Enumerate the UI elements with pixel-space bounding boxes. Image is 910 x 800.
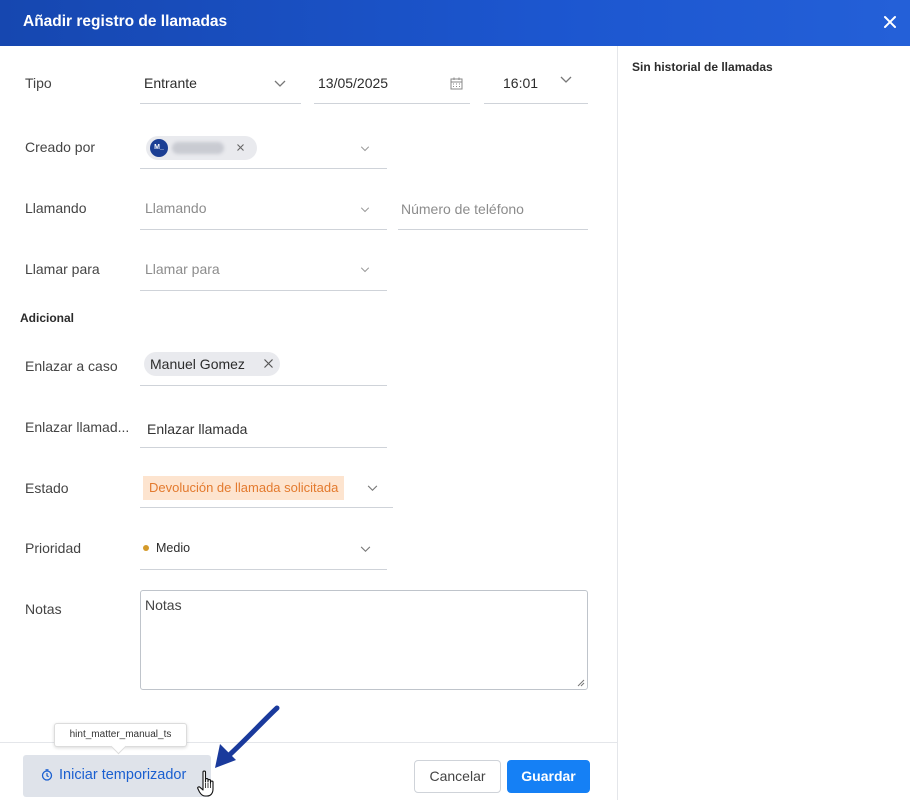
chevron-down-icon xyxy=(274,80,286,87)
enlazar-caso-label: Enlazar a caso xyxy=(25,358,118,374)
estado-label: Estado xyxy=(25,480,69,496)
llamando-label: Llamando xyxy=(25,200,87,216)
blurred-user-name xyxy=(172,142,224,154)
chevron-down-icon xyxy=(360,146,370,152)
annotation-arrow-icon xyxy=(215,705,280,768)
call-log-dialog: Añadir registro de llamadas Sin historia… xyxy=(0,0,910,800)
prioridad-label: Prioridad xyxy=(25,540,82,556)
remove-chip-icon[interactable] xyxy=(236,143,245,152)
start-timer-label: Iniciar temporizador xyxy=(59,767,187,783)
enlazar-llamada-input[interactable]: Enlazar llamada xyxy=(140,406,387,448)
case-chip: Manuel Gomez xyxy=(144,352,280,376)
tipo-label: Tipo xyxy=(25,75,52,91)
creado-por-select[interactable]: M_ xyxy=(140,128,387,169)
case-chip-label: Manuel Gomez xyxy=(150,356,245,372)
chevron-down-icon xyxy=(367,485,378,492)
notas-textarea[interactable]: Notas xyxy=(140,590,588,690)
prioridad-select[interactable]: Medio xyxy=(140,527,387,570)
call-history-title: Sin historial de llamadas xyxy=(632,60,773,74)
llamando-select[interactable]: Llamando xyxy=(140,188,387,230)
chevron-down-icon xyxy=(360,207,370,213)
time-value: 16:01 xyxy=(503,75,539,91)
chevron-down-icon xyxy=(560,76,572,83)
notas-label: Notas xyxy=(25,601,62,617)
cancel-button[interactable]: Cancelar xyxy=(414,760,501,793)
dialog-title: Añadir registro de llamadas xyxy=(23,13,228,30)
status-badge: Devolución de llamada solicitada xyxy=(143,476,345,500)
time-field[interactable]: 16:01 xyxy=(484,62,588,104)
tipo-select[interactable]: Entrante xyxy=(140,62,301,104)
llamar-para-select[interactable]: Llamar para xyxy=(140,249,387,291)
section-additional: Adicional xyxy=(20,311,75,325)
phone-number-input[interactable]: Número de teléfono xyxy=(398,188,588,230)
avatar: M_ xyxy=(150,139,168,157)
user-chip: M_ xyxy=(146,136,257,160)
hand-cursor-icon xyxy=(197,770,214,797)
date-value: 13/05/2025 xyxy=(318,75,389,91)
llamar-para-placeholder: Llamar para xyxy=(145,261,220,277)
start-timer-button[interactable]: Iniciar temporizador xyxy=(23,755,211,797)
notas-placeholder: Notas xyxy=(145,597,182,613)
prioridad-value: Medio xyxy=(156,541,191,555)
creado-por-label: Creado por xyxy=(25,139,96,155)
close-icon[interactable] xyxy=(880,12,900,32)
enlazar-llamada-value: Enlazar llamada xyxy=(147,421,248,437)
enlazar-llamada-label: Enlazar llamad... xyxy=(25,419,130,435)
chevron-down-icon xyxy=(360,546,371,553)
llamar-para-label: Llamar para xyxy=(25,261,100,277)
priority-dot xyxy=(143,545,149,551)
timer-icon xyxy=(41,769,53,781)
tipo-value: Entrante xyxy=(144,75,197,91)
llamando-placeholder: Llamando xyxy=(145,200,207,216)
date-field[interactable]: 13/05/2025 xyxy=(314,62,470,104)
remove-chip-icon[interactable] xyxy=(263,358,274,369)
dialog-header: Añadir registro de llamadas xyxy=(0,0,910,46)
enlazar-caso-select[interactable]: Manuel Gomez xyxy=(140,344,387,386)
phone-placeholder: Número de teléfono xyxy=(401,201,524,217)
save-button[interactable]: Guardar xyxy=(507,760,590,793)
calendar-icon[interactable] xyxy=(450,77,463,90)
panel-divider xyxy=(617,46,618,800)
resize-grip-icon[interactable] xyxy=(577,679,585,687)
timer-tooltip: hint_matter_manual_ts xyxy=(54,723,187,747)
chevron-down-icon xyxy=(360,267,370,273)
